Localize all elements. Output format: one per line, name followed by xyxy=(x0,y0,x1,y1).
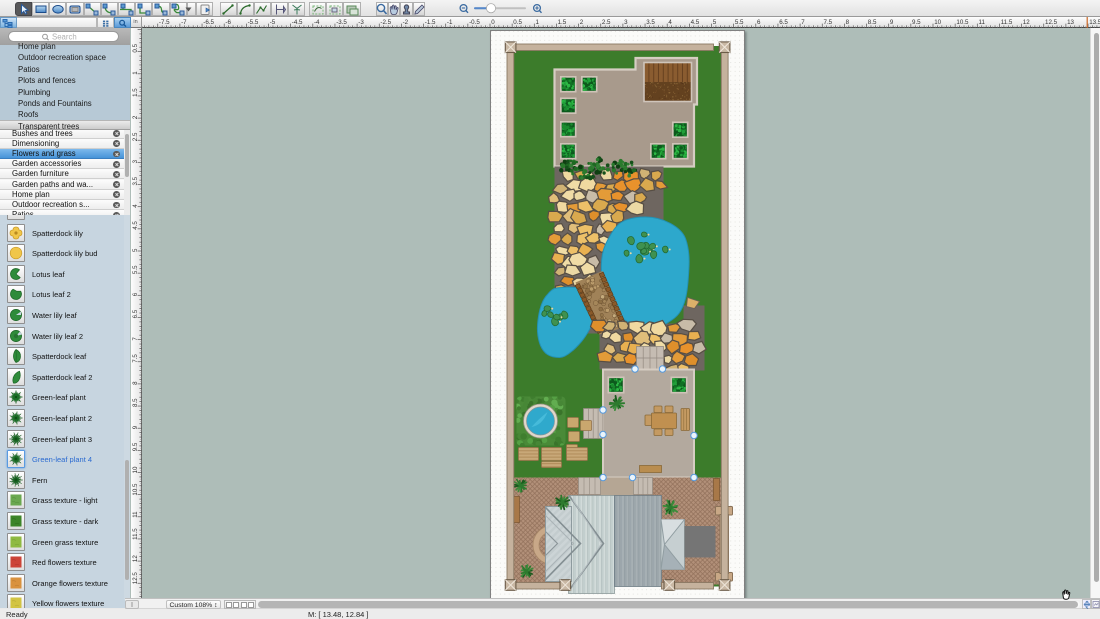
svg-text:3.5: 3.5 xyxy=(646,19,655,26)
svg-text:-6: -6 xyxy=(225,19,231,26)
svg-text:-6.5: -6.5 xyxy=(203,19,214,26)
svg-text:0.5: 0.5 xyxy=(132,43,139,52)
svg-text:1: 1 xyxy=(535,19,539,26)
svg-text:1: 1 xyxy=(132,71,139,75)
svg-text:10.5: 10.5 xyxy=(956,19,969,26)
svg-text:-1: -1 xyxy=(446,19,452,26)
svg-text:6.5: 6.5 xyxy=(779,19,788,26)
svg-text:11.5: 11.5 xyxy=(132,528,139,540)
svg-text:-3.5: -3.5 xyxy=(336,19,347,26)
svg-text:12.5: 12.5 xyxy=(1045,19,1058,26)
svg-text:-4: -4 xyxy=(314,19,320,26)
svg-text:7: 7 xyxy=(801,19,805,26)
svg-text:11: 11 xyxy=(132,511,139,518)
svg-text:12: 12 xyxy=(1022,19,1029,26)
svg-text:0.5: 0.5 xyxy=(513,19,522,26)
svg-text:8: 8 xyxy=(845,19,849,26)
svg-text:6: 6 xyxy=(757,19,761,26)
svg-text:-7: -7 xyxy=(181,19,187,26)
svg-text:13.5: 13.5 xyxy=(1089,19,1100,26)
svg-text:7: 7 xyxy=(132,337,139,341)
svg-text:8.5: 8.5 xyxy=(132,398,139,407)
svg-text:5: 5 xyxy=(712,19,716,26)
svg-text:2.5: 2.5 xyxy=(132,132,139,141)
svg-text:5: 5 xyxy=(132,248,139,252)
svg-text:7.5: 7.5 xyxy=(823,19,832,26)
svg-text:9: 9 xyxy=(889,19,893,26)
svg-text:4.5: 4.5 xyxy=(132,221,139,230)
svg-text:11.5: 11.5 xyxy=(1000,19,1012,26)
svg-text:12: 12 xyxy=(132,555,139,562)
svg-text:4: 4 xyxy=(132,204,139,208)
svg-text:-3: -3 xyxy=(358,19,364,26)
svg-text:2: 2 xyxy=(579,19,583,26)
svg-text:-7.5: -7.5 xyxy=(158,19,169,26)
svg-text:-1.5: -1.5 xyxy=(424,19,435,26)
svg-text:3: 3 xyxy=(132,159,139,163)
svg-text:2.5: 2.5 xyxy=(601,19,610,26)
svg-text:11: 11 xyxy=(978,19,985,26)
svg-text:9.5: 9.5 xyxy=(132,442,139,451)
svg-text:9: 9 xyxy=(132,425,139,429)
svg-text:9.5: 9.5 xyxy=(912,19,921,26)
svg-text:-2: -2 xyxy=(402,19,408,26)
svg-text:7.5: 7.5 xyxy=(132,354,139,363)
svg-text:8: 8 xyxy=(132,381,139,385)
svg-text:10: 10 xyxy=(132,466,139,473)
svg-text:-5: -5 xyxy=(269,19,275,26)
svg-text:6: 6 xyxy=(132,292,139,296)
svg-text:-4.5: -4.5 xyxy=(291,19,302,26)
svg-text:1.5: 1.5 xyxy=(132,88,139,97)
svg-text:2: 2 xyxy=(132,115,139,119)
svg-text:5.5: 5.5 xyxy=(132,265,139,274)
svg-text:4: 4 xyxy=(668,19,672,26)
svg-text:-0.5: -0.5 xyxy=(469,19,480,26)
svg-text:12.5: 12.5 xyxy=(132,572,139,585)
svg-text:-2.5: -2.5 xyxy=(380,19,391,26)
svg-text:8.5: 8.5 xyxy=(867,19,876,26)
svg-text:6.5: 6.5 xyxy=(132,309,139,318)
svg-text:10.5: 10.5 xyxy=(132,483,139,496)
svg-text:13: 13 xyxy=(1067,19,1074,26)
svg-text:3: 3 xyxy=(624,19,628,26)
svg-text:Search: Search xyxy=(52,32,77,41)
svg-text:10: 10 xyxy=(934,19,941,26)
svg-text:3.5: 3.5 xyxy=(132,176,139,185)
svg-text:4.5: 4.5 xyxy=(690,19,699,26)
svg-text:1.5: 1.5 xyxy=(557,19,566,26)
svg-text:-5.5: -5.5 xyxy=(247,19,258,26)
svg-text:5.5: 5.5 xyxy=(734,19,743,26)
svg-text:0: 0 xyxy=(491,19,495,26)
